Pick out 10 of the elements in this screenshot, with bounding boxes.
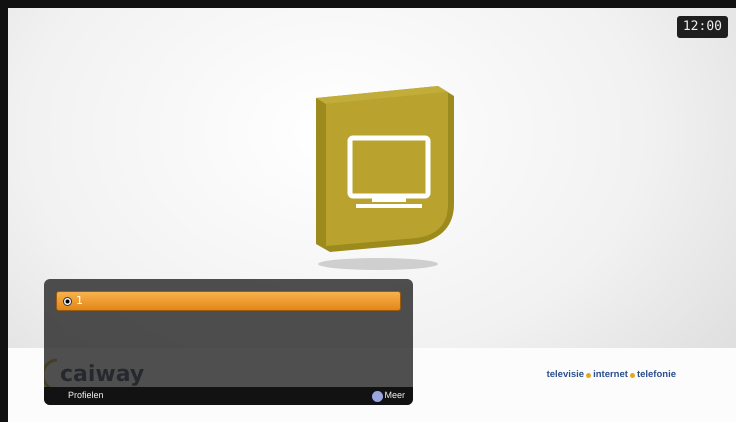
radio-icon <box>63 296 72 306</box>
more-hint[interactable]: Meer <box>384 389 405 403</box>
footer-label: Profielen <box>68 389 104 402</box>
clock: 12:00 <box>676 16 728 38</box>
tagline-word: telefonie <box>636 368 676 382</box>
dot-icon <box>630 372 635 378</box>
dot-icon <box>586 372 592 378</box>
remote-key-icon <box>372 390 384 402</box>
tagline-word: televisie <box>546 368 584 382</box>
tagline-word: internet <box>593 368 628 382</box>
